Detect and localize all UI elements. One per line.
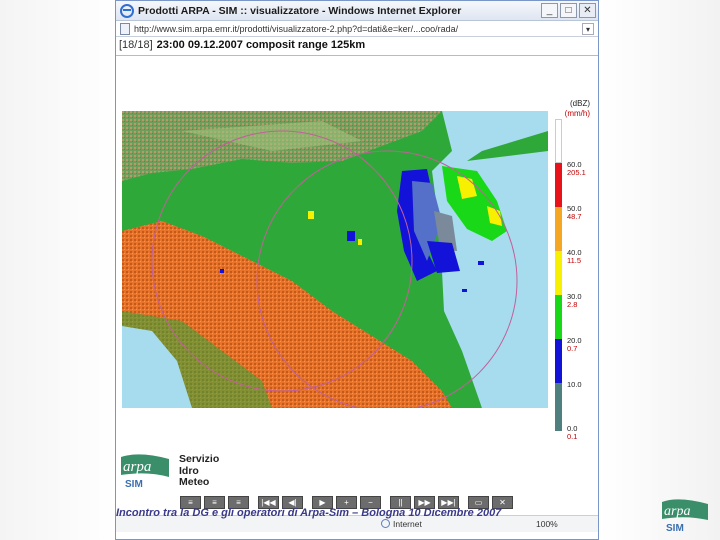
arpa-sim-logo: arpa SIM [121,454,169,490]
slide-left-margin [0,0,116,540]
legend-swatch-0 [555,383,562,431]
legend-color-bar [555,119,562,431]
legend-unit-rate: (mm/h) [564,109,590,118]
slide-right-margin [600,0,720,540]
globe-icon [381,519,390,528]
radar-timestamp: [18/18] 23:00 09.12.2007 composit range 1… [119,39,365,51]
legend-label-40: 40.0 11.5 [567,248,582,265]
legend-swatch-10 [555,339,562,383]
header-divider [116,55,598,56]
title-bar: Prodotti ARPA - SIM :: visualizzatore - … [116,1,598,21]
legend-label-10: 10.0 [567,380,582,389]
svg-text:arpa: arpa [664,504,690,519]
legend-label-0: 0.0 0.1 [567,424,578,441]
servizio-idro-meteo: Servizio Idro Meteo [179,453,220,488]
svg-text:SIM: SIM [125,479,143,490]
chevron-down-icon[interactable]: ▾ [582,22,594,35]
legend-swatch-50 [555,163,562,207]
legend-swatch-60 [555,119,562,163]
zoom-level[interactable]: 100% [536,519,558,529]
slide-footer-caption: Incontro tra la DG e gli operatori di Ar… [116,507,502,519]
legend-units: (dBZ) (mm/h) [560,99,590,119]
minimize-button[interactable]: _ [541,3,558,18]
maximize-button[interactable]: □ [560,3,577,18]
legend-label-30: 30.0 2.8 [567,292,582,309]
radar-map [122,111,548,408]
legend-unit-dbz: (dBZ) [570,99,590,108]
address-bar[interactable]: http://www.sim.arpa.emr.it/prodotti/visu… [116,21,598,37]
legend-label-60: 60.0 205.1 [567,160,586,177]
svg-text:arpa: arpa [123,459,151,475]
legend-label-50: 50.0 48.7 [567,204,582,221]
legend-swatch-30 [555,251,562,295]
internet-explorer-icon [120,3,134,18]
address-url[interactable]: http://www.sim.arpa.emr.it/prodotti/visu… [134,24,582,34]
close-button[interactable]: ✕ [579,3,596,18]
legend-label-20: 20.0 0.7 [567,336,582,353]
frame-counter: [18/18] [119,39,153,51]
arpa-sim-logo-corner: arpa SIM [662,499,708,534]
timestamp-text: 23:00 09.12.2007 composit range 125km [156,39,366,51]
legend-swatch-20 [555,295,562,339]
security-zone: Internet [381,519,422,529]
legend-swatch-40 [555,207,562,251]
page-icon [120,22,130,35]
browser-window: Prodotti ARPA - SIM :: visualizzatore - … [115,0,599,540]
svg-text:SIM: SIM [666,523,684,534]
window-title: Prodotti ARPA - SIM :: visualizzatore - … [138,4,462,17]
